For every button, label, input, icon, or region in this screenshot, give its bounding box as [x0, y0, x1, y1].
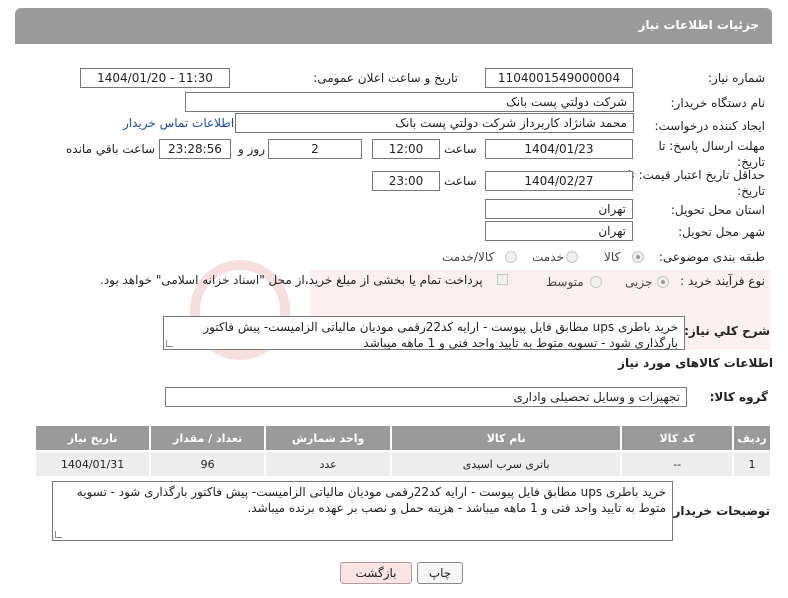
col-row-header: ردیف: [732, 424, 772, 452]
buyer-notes-text: خرید باطری ups مطابق فایل پیوست - ارایه …: [76, 485, 666, 515]
col-name-header: نام کالا: [390, 424, 623, 452]
deadline-date-field: 1404/01/23: [485, 139, 633, 159]
resize-grip-icon[interactable]: [55, 531, 62, 538]
goods-group-label: گروه کالا:: [709, 390, 768, 404]
validity-time-field: 23:00: [372, 171, 440, 191]
cell-date: 1404/01/31: [33, 450, 152, 478]
cell-code: --: [620, 450, 735, 478]
buyer-notes-label: توضیحات خریدار:: [668, 504, 770, 518]
announce-datetime-field: 1404/01/20 - 11:30: [80, 68, 230, 88]
category-radio-goods[interactable]: [632, 251, 644, 263]
validity-time-label: ساعت: [444, 174, 477, 188]
remaining-label: ساعت باقي مانده: [66, 142, 156, 156]
days-field: 2: [268, 139, 362, 159]
purchase-option-medium: متوسط: [546, 275, 584, 289]
buyer-notes-textarea[interactable]: خرید باطری ups مطابق فایل پیوست - ارایه …: [52, 481, 673, 541]
description-label: شرح کلي نیاز:: [684, 324, 770, 338]
page-header: جزئیات اطلاعات نیاز: [15, 8, 772, 44]
cell-qty: 96: [149, 450, 267, 478]
province-label: استان محل تحویل:: [670, 203, 765, 217]
category-label: طبقه بندی موضوعی:: [658, 250, 765, 264]
buyer-org-field: شرکت دولتي پست بانک: [185, 92, 634, 112]
category-option-service: خدمت: [532, 250, 564, 264]
need-number-label: شماره نیاز:: [708, 71, 765, 85]
back-button[interactable]: بازگشت: [340, 562, 412, 584]
buyer-org-label: نام دستگاه خریدار:: [670, 96, 766, 110]
purchase-option-minor: جزیی: [625, 275, 653, 289]
validity-label: حداقل تاریخ اعتبار قیمت: تا تاریخ:: [627, 168, 765, 198]
col-date-header: تاریخ نیاز: [33, 424, 152, 452]
cell-row: 1: [732, 450, 772, 478]
creator-label: ایجاد کننده درخواست:: [654, 119, 765, 133]
goods-group-field: تجهیزات و وسایل تحصیلی واداری: [165, 387, 687, 407]
city-field: تهران: [485, 221, 633, 241]
deadline-label: مهلت ارسال پاسخ: تا تاریخ:: [658, 139, 765, 169]
col-qty-header: تعداد / مقدار: [149, 424, 267, 452]
category-option-goods: کالا: [604, 250, 621, 264]
description-text: خرید باطری ups مطابق فایل پیوست - ارایه …: [203, 320, 678, 350]
purchase-radio-minor[interactable]: [657, 276, 669, 288]
table-row: 1 -- باتری سرب اسیدی عدد 96 1404/01/31: [33, 450, 772, 478]
need-number-field: 1104001549000004: [485, 68, 633, 88]
province-field: تهران: [485, 199, 633, 219]
print-button[interactable]: چاپ: [417, 562, 463, 584]
announce-label: تاریخ و ساعت اعلان عمومی:: [313, 71, 458, 85]
category-radio-goods-service[interactable]: [505, 251, 517, 263]
days-label: روز و: [238, 142, 265, 156]
city-label: شهر محل تحویل:: [678, 225, 765, 239]
watermark-logo: [190, 260, 770, 360]
buyer-contact-link[interactable]: اطلاعات تماس خریدار: [123, 116, 234, 130]
need-details-page: جزئیات اطلاعات نیاز شماره نیاز: 11040015…: [0, 0, 788, 598]
validity-date-field: 1404/02/27: [485, 171, 633, 191]
purchase-radio-medium[interactable]: [590, 276, 602, 288]
category-radio-service[interactable]: [566, 251, 578, 263]
treasury-payment-checkbox[interactable]: [497, 274, 508, 285]
col-code-header: کد کالا: [620, 424, 735, 452]
treasury-payment-note: پرداخت تمام یا بخشی از مبلغ خرید،از محل …: [100, 273, 483, 287]
creator-field: محمد شانژاد کاربرداز شرکت دولتي پست بانک: [235, 113, 634, 133]
col-unit-header: واحد شمارش: [264, 424, 393, 452]
page-title: جزئیات اطلاعات نیاز: [638, 18, 759, 32]
items-table: ردیف کد کالا نام کالا واحد شمارش تعداد /…: [33, 424, 772, 478]
goods-info-title: اطلاعات کالاهای مورد نیاز: [618, 356, 773, 370]
deadline-time-label: ساعت: [444, 142, 477, 156]
cell-unit: عدد: [264, 450, 393, 478]
description-textarea[interactable]: خرید باطری ups مطابق فایل پیوست - ارایه …: [163, 316, 685, 350]
resize-grip-icon[interactable]: [166, 340, 173, 347]
remaining-time-field: 23:28:56: [159, 139, 231, 159]
purchase-type-label: نوع فرآیند خرید :: [680, 274, 765, 288]
category-option-goods-service: کالا/خدمت: [442, 250, 495, 264]
deadline-time-field: 12:00: [372, 139, 440, 159]
table-header-row: ردیف کد کالا نام کالا واحد شمارش تعداد /…: [33, 424, 772, 452]
cell-name: باتری سرب اسیدی: [390, 450, 623, 478]
